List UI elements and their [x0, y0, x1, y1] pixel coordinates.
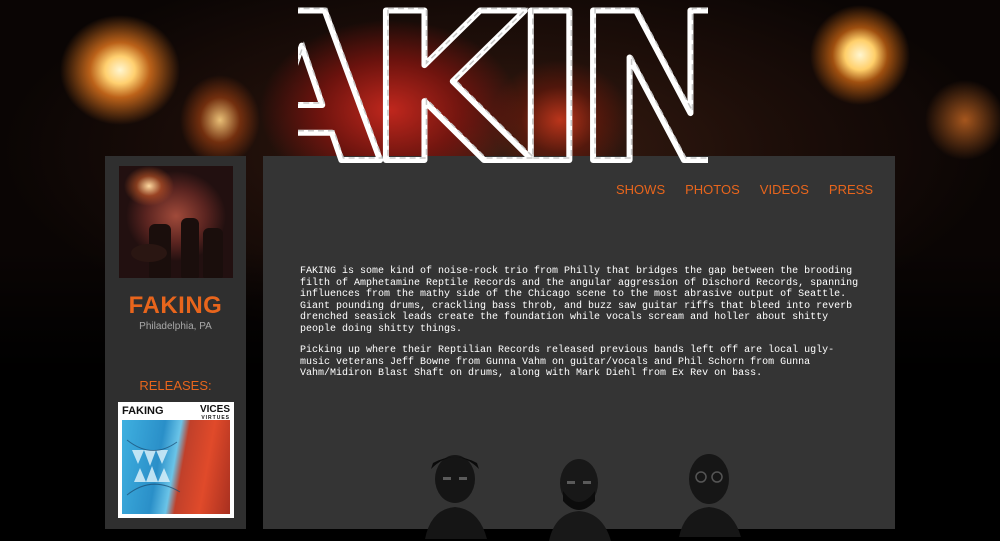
faking-logo[interactable]: FAKING FAKING: [117, 0, 903, 212]
member-portrait: [545, 451, 615, 541]
bio-paragraph: Picking up where their Reptilian Records…: [300, 345, 835, 379]
sidebar: FAKING Philadelphia, PA RELEASES: FAKING…: [105, 156, 246, 529]
nav-photos-link[interactable]: PHOTOS: [685, 182, 740, 197]
release-cover[interactable]: FAKING VICES VIRTUES: [118, 402, 234, 518]
member-portraits: [413, 441, 743, 541]
member-portrait: [421, 449, 491, 539]
band-photo[interactable]: [119, 166, 233, 278]
main-nav: SHOWS PHOTOS VIDEOS PRESS: [616, 182, 873, 197]
main-content: SHOWS PHOTOS VIDEOS PRESS FAKING is some…: [263, 156, 895, 541]
svg-text:FAKING: FAKING: [298, 0, 708, 180]
nav-shows-link[interactable]: SHOWS: [616, 182, 665, 197]
releases-heading: RELEASES:: [139, 378, 212, 393]
nav-press-link[interactable]: PRESS: [829, 182, 873, 197]
release-title: FAKING: [122, 405, 164, 417]
band-bio: FAKING is some kind of noise-rock trio f…: [300, 266, 860, 390]
cover-teeth-icon: [126, 439, 181, 496]
logo-graphic: FAKING FAKING: [117, 0, 903, 212]
member-portrait: [675, 447, 745, 537]
release-cover-art: [122, 420, 230, 514]
bio-paragraph: FAKING is some kind of noise-rock trio f…: [300, 266, 859, 335]
band-location: Philadelphia, PA: [139, 321, 212, 332]
band-name: FAKING: [128, 292, 223, 319]
nav-videos-link[interactable]: VIDEOS: [760, 182, 809, 197]
